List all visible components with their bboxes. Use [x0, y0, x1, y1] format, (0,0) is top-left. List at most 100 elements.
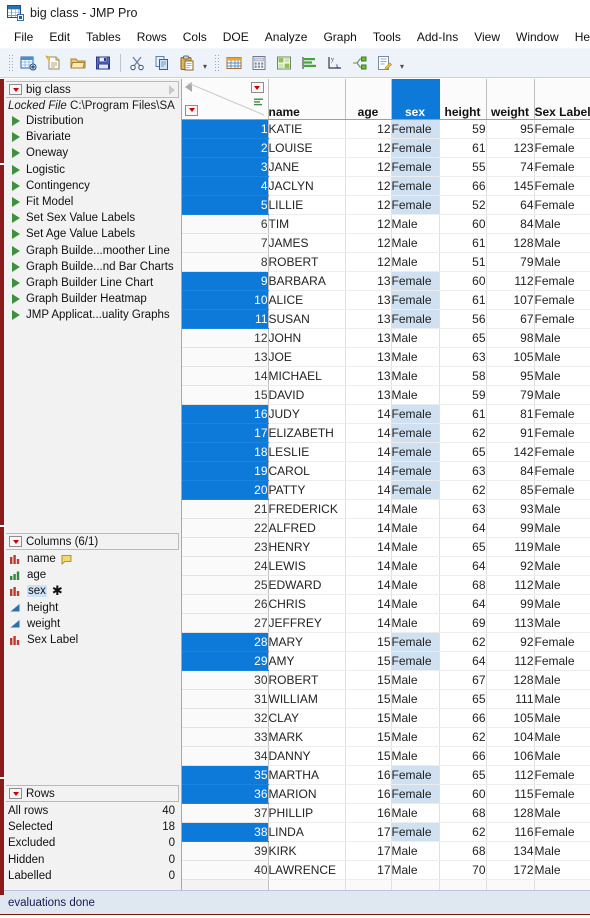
- column-list-item-sex[interactable]: sex ✱: [4, 583, 181, 599]
- table-row[interactable]: 11 SUSAN 13 Female 56 67 Female: [182, 309, 590, 329]
- script-item-oneway[interactable]: Oneway: [4, 145, 181, 161]
- grid-corner-cell[interactable]: [182, 79, 269, 120]
- cell-name[interactable]: CLAY: [268, 708, 346, 728]
- cell-weight[interactable]: 95: [486, 119, 535, 139]
- cell-age[interactable]: 14: [345, 537, 392, 557]
- row-number-cell[interactable]: 14: [182, 366, 269, 386]
- cell-name[interactable]: ALICE: [268, 290, 346, 310]
- cell-sex[interactable]: Male: [391, 233, 440, 253]
- rows-stat-hidden[interactable]: Hidden 0: [4, 852, 181, 868]
- columns-panel-header[interactable]: Columns (6/1): [6, 533, 179, 550]
- cell-weight[interactable]: 134: [486, 841, 535, 861]
- cell-name[interactable]: PHILLIP: [268, 803, 346, 823]
- cell-age[interactable]: 16: [345, 784, 392, 804]
- cell-sex[interactable]: Male: [391, 575, 440, 595]
- cell-sex_label[interactable]: Male: [534, 214, 590, 234]
- cell-age[interactable]: 14: [345, 594, 392, 614]
- red-triangle-icon[interactable]: [9, 84, 22, 95]
- cell-sex[interactable]: Male: [391, 347, 440, 367]
- green-triangle-icon[interactable]: [12, 180, 20, 191]
- column-header-height[interactable]: height: [439, 79, 487, 120]
- cell-sex_label[interactable]: Female: [534, 822, 590, 842]
- menu-addins[interactable]: Add-Ins: [409, 28, 466, 46]
- cell-weight[interactable]: 142: [486, 442, 535, 462]
- cell-name[interactable]: JAMES: [268, 233, 346, 253]
- cell-sex[interactable]: Female: [391, 404, 440, 424]
- table-row[interactable]: 5 LILLIE 12 Female 52 64 Female: [182, 195, 590, 215]
- cell-weight[interactable]: 107: [486, 290, 535, 310]
- menu-analyze[interactable]: Analyze: [257, 28, 316, 46]
- cell-weight[interactable]: 98: [486, 328, 535, 348]
- row-number-cell[interactable]: 35: [182, 765, 269, 785]
- cell-age[interactable]: 14: [345, 575, 392, 595]
- cell-sex_label[interactable]: Female: [534, 461, 590, 481]
- cell-height[interactable]: 62: [439, 727, 487, 747]
- new-script-icon[interactable]: [42, 52, 65, 75]
- green-triangle-icon[interactable]: [12, 229, 20, 240]
- cell-age[interactable]: 17: [345, 860, 392, 880]
- toolbar-overflow-chevron[interactable]: ▾: [200, 52, 210, 74]
- cell-height[interactable]: 58: [439, 366, 487, 386]
- save-disk-icon[interactable]: [92, 52, 115, 75]
- cell-age[interactable]: 12: [345, 119, 392, 139]
- cell-name[interactable]: MARION: [268, 784, 346, 804]
- cell-name[interactable]: PATTY: [268, 480, 346, 500]
- cell-age[interactable]: 14: [345, 480, 392, 500]
- cell-age[interactable]: 14: [345, 404, 392, 424]
- column-header-sex[interactable]: sex: [391, 79, 440, 120]
- cell-age[interactable]: 15: [345, 746, 392, 766]
- cell-height[interactable]: 65: [439, 328, 487, 348]
- data-table[interactable]: name age sex height weight Sex Label 1 KA…: [182, 79, 590, 890]
- cell-sex_label[interactable]: Female: [534, 157, 590, 177]
- panel-expand-icon[interactable]: [169, 84, 175, 95]
- script-item-graph-builder-heatmap[interactable]: Graph Builder Heatmap: [4, 291, 181, 307]
- cell-weight[interactable]: 104: [486, 727, 535, 747]
- cell-sex[interactable]: Female: [391, 309, 440, 329]
- cell-age[interactable]: 12: [345, 176, 392, 196]
- menu-window[interactable]: Window: [508, 28, 567, 46]
- red-triangle-icon[interactable]: [9, 536, 22, 547]
- cell-sex[interactable]: Female: [391, 442, 440, 462]
- row-number-cell[interactable]: 29: [182, 651, 269, 671]
- cell-age[interactable]: 15: [345, 708, 392, 728]
- cell-sex[interactable]: Female: [391, 176, 440, 196]
- cell-weight[interactable]: 128: [486, 233, 535, 253]
- cell-name[interactable]: JUDY: [268, 404, 346, 424]
- cell-name[interactable]: MARK: [268, 727, 346, 747]
- cell-sex[interactable]: Female: [391, 632, 440, 652]
- table-row[interactable]: 9 BARBARA 13 Female 60 112 Female: [182, 271, 590, 291]
- cell-height[interactable]: 68: [439, 575, 487, 595]
- row-number-cell[interactable]: 4: [182, 176, 269, 196]
- cell-name[interactable]: BARBARA: [268, 271, 346, 291]
- cell-height[interactable]: 59: [439, 385, 487, 405]
- cell-weight[interactable]: 95: [486, 366, 535, 386]
- table-row[interactable]: 14 MICHAEL 13 Male 58 95 Male: [182, 366, 590, 386]
- cell-name[interactable]: ALFRED: [268, 518, 346, 538]
- cell-sex_label[interactable]: Male: [534, 252, 590, 272]
- row-number-cell[interactable]: 12: [182, 328, 269, 348]
- cell-height[interactable]: 61: [439, 233, 487, 253]
- row-number-cell[interactable]: 33: [182, 727, 269, 747]
- cell-age[interactable]: 12: [345, 157, 392, 177]
- green-triangle-icon[interactable]: [12, 277, 20, 288]
- column-list-item-name[interactable]: name: [4, 551, 181, 567]
- cell-height[interactable]: 64: [439, 518, 487, 538]
- cell-age[interactable]: 13: [345, 309, 392, 329]
- green-triangle-icon[interactable]: [12, 213, 20, 224]
- table-row[interactable]: 24 LEWIS 14 Male 64 92 Male: [182, 556, 590, 576]
- cell-sex_label[interactable]: Female: [534, 442, 590, 462]
- cell-name[interactable]: LILLIE: [268, 195, 346, 215]
- table-row[interactable]: 13 JOE 13 Male 63 105 Male: [182, 347, 590, 367]
- cell-sex_label[interactable]: Female: [534, 176, 590, 196]
- cell-height[interactable]: 59: [439, 119, 487, 139]
- row-number-cell[interactable]: 32: [182, 708, 269, 728]
- cell-age[interactable]: 14: [345, 518, 392, 538]
- data-grid[interactable]: name age sex height weight Sex Label 1 KA…: [182, 79, 590, 890]
- cell-sex[interactable]: Male: [391, 214, 440, 234]
- row-number-cell[interactable]: 34: [182, 746, 269, 766]
- rows-panel-header[interactable]: Rows: [6, 785, 179, 802]
- cell-weight[interactable]: 123: [486, 138, 535, 158]
- cell-weight[interactable]: 112: [486, 575, 535, 595]
- cell-weight[interactable]: 64: [486, 195, 535, 215]
- cell-name[interactable]: LEWIS: [268, 556, 346, 576]
